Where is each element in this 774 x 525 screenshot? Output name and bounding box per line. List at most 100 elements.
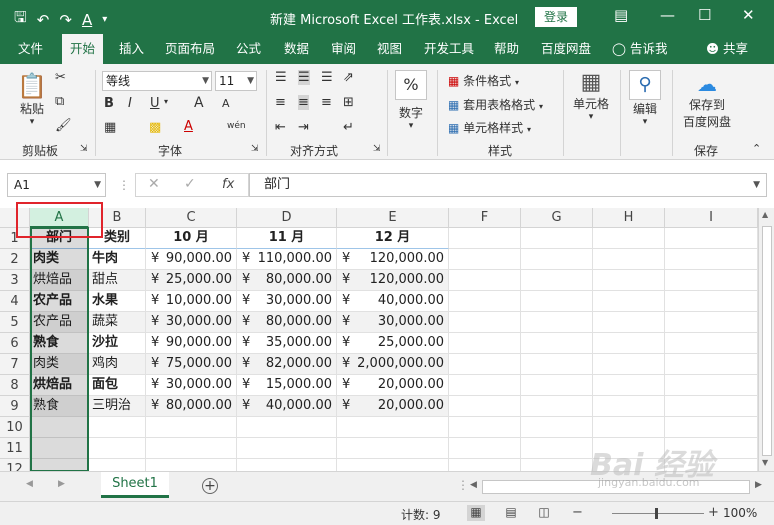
row-header-9[interactable]: 9	[0, 396, 30, 417]
column-header-c[interactable]: C	[146, 208, 237, 228]
cell[interactable]	[449, 312, 521, 333]
cell[interactable]	[237, 417, 337, 438]
cell[interactable]	[521, 354, 593, 375]
enter-icon[interactable]: ✓	[184, 176, 196, 192]
dec-value-cell[interactable]: ¥30,000.00	[337, 312, 449, 333]
cell[interactable]	[593, 228, 665, 249]
dec-value-cell[interactable]: ¥120,000.00	[337, 249, 449, 270]
cell[interactable]	[449, 417, 521, 438]
cell[interactable]	[449, 228, 521, 249]
dec-value-cell[interactable]: ¥20,000.00	[337, 375, 449, 396]
category-cell[interactable]: 沙拉	[89, 333, 146, 354]
formula-input[interactable]: 部门 ▼	[249, 173, 767, 197]
oct-value-cell[interactable]: ¥10,000.00	[146, 291, 237, 312]
cell[interactable]	[449, 270, 521, 291]
fill-color-icon[interactable]: ▩	[149, 120, 161, 135]
next-sheet-icon[interactable]: ▶	[58, 479, 65, 489]
row-header-2[interactable]: 2	[0, 249, 30, 270]
column-header-d[interactable]: D	[237, 208, 337, 228]
dept-cell[interactable]: 农产品	[30, 291, 89, 312]
close-icon[interactable]: ✕	[742, 6, 755, 24]
nov-value-cell[interactable]: ¥110,000.00	[237, 249, 337, 270]
dec-value-cell[interactable]: ¥2,000,000.00	[337, 354, 449, 375]
tab-file[interactable]: 文件	[18, 34, 43, 64]
cell[interactable]	[521, 333, 593, 354]
share-button[interactable]: ☻ 共享	[706, 34, 748, 64]
format-as-table-button[interactable]: ▦ 套用表格格式 ▾	[448, 96, 543, 113]
cell[interactable]	[593, 249, 665, 270]
decrease-indent-icon[interactable]: ⇤	[275, 120, 286, 135]
shrink-font-button[interactable]: A	[222, 97, 230, 110]
cell[interactable]	[665, 375, 758, 396]
cell[interactable]	[521, 228, 593, 249]
dept-cell[interactable]: 肉类	[30, 354, 89, 375]
oct-value-cell[interactable]: ¥90,000.00	[146, 249, 237, 270]
oct-value-cell[interactable]: ¥90,000.00	[146, 333, 237, 354]
paste-button[interactable]: 📋 粘贴 ▾	[12, 72, 52, 127]
row-header-6[interactable]: 6	[0, 333, 30, 354]
cell[interactable]	[337, 459, 449, 471]
row-header-7[interactable]: 7	[0, 354, 30, 375]
cell[interactable]	[521, 417, 593, 438]
category-cell[interactable]: 水果	[89, 291, 146, 312]
category-cell[interactable]: 鸡肉	[89, 354, 146, 375]
cell[interactable]	[449, 396, 521, 417]
format-painter-icon[interactable]: 🖌	[55, 118, 72, 133]
row-header-1[interactable]: 1	[0, 228, 30, 249]
cell[interactable]	[665, 438, 758, 459]
tab-data[interactable]: 数据	[284, 34, 309, 64]
cell[interactable]	[593, 333, 665, 354]
cell[interactable]	[665, 228, 758, 249]
border-icon[interactable]: ▦	[104, 120, 116, 135]
row-header-5[interactable]: 5	[0, 312, 30, 333]
undo-icon[interactable]: ↶	[37, 11, 50, 29]
cell[interactable]	[665, 270, 758, 291]
dec-value-cell[interactable]: ¥20,000.00	[337, 396, 449, 417]
page-break-view-icon[interactable]: ◫	[535, 505, 553, 521]
cell[interactable]	[665, 354, 758, 375]
column-header-f[interactable]: F	[449, 208, 521, 228]
cancel-icon[interactable]: ✕	[148, 176, 160, 192]
cell[interactable]	[89, 438, 146, 459]
cell[interactable]	[237, 459, 337, 471]
row-header-4[interactable]: 4	[0, 291, 30, 312]
align-center-icon[interactable]: ≡	[298, 95, 309, 110]
nov-value-cell[interactable]: ¥40,000.00	[237, 396, 337, 417]
dept-cell[interactable]: 熟食	[30, 396, 89, 417]
oct-value-cell[interactable]: ¥25,000.00	[146, 270, 237, 291]
column-header-i[interactable]: I	[665, 208, 758, 228]
cell[interactable]	[521, 396, 593, 417]
prev-sheet-icon[interactable]: ◀	[26, 479, 33, 489]
font-color-icon[interactable]: A	[184, 119, 193, 134]
dept-cell[interactable]: 熟食	[30, 333, 89, 354]
cell[interactable]	[449, 375, 521, 396]
tab-review[interactable]: 审阅	[331, 34, 356, 64]
header-cell[interactable]: 11 月	[237, 228, 337, 249]
zoom-in-icon[interactable]: +	[708, 505, 719, 520]
tab-insert[interactable]: 插入	[119, 34, 144, 64]
column-header-e[interactable]: E	[337, 208, 449, 228]
cell[interactable]	[665, 459, 758, 471]
dialog-launcher-icon[interactable]: ⇲	[80, 144, 88, 154]
cell[interactable]	[89, 459, 146, 471]
dec-value-cell[interactable]: ¥40,000.00	[337, 291, 449, 312]
add-sheet-icon[interactable]: +	[202, 478, 218, 494]
select-all-corner[interactable]	[0, 208, 30, 228]
redo-icon[interactable]: ↷	[59, 11, 72, 29]
cell[interactable]	[521, 438, 593, 459]
dept-cell[interactable]: 烘焙品	[30, 375, 89, 396]
cell[interactable]	[30, 459, 89, 471]
zoom-level[interactable]: 100%	[723, 506, 757, 520]
column-header-g[interactable]: G	[521, 208, 593, 228]
cell[interactable]	[449, 459, 521, 471]
cell[interactable]	[593, 375, 665, 396]
cell[interactable]	[665, 312, 758, 333]
tab-view[interactable]: 视图	[377, 34, 402, 64]
dec-value-cell[interactable]: ¥25,000.00	[337, 333, 449, 354]
save-to-baidu-button[interactable]: ☁ 保存到 百度网盘	[678, 72, 736, 130]
cell[interactable]	[665, 417, 758, 438]
cells-button[interactable]: ▦ 单元格 ▾	[570, 70, 612, 122]
row-header-11[interactable]: 11	[0, 438, 30, 459]
sheet-tab[interactable]: Sheet1	[101, 472, 169, 498]
nov-value-cell[interactable]: ¥80,000.00	[237, 270, 337, 291]
